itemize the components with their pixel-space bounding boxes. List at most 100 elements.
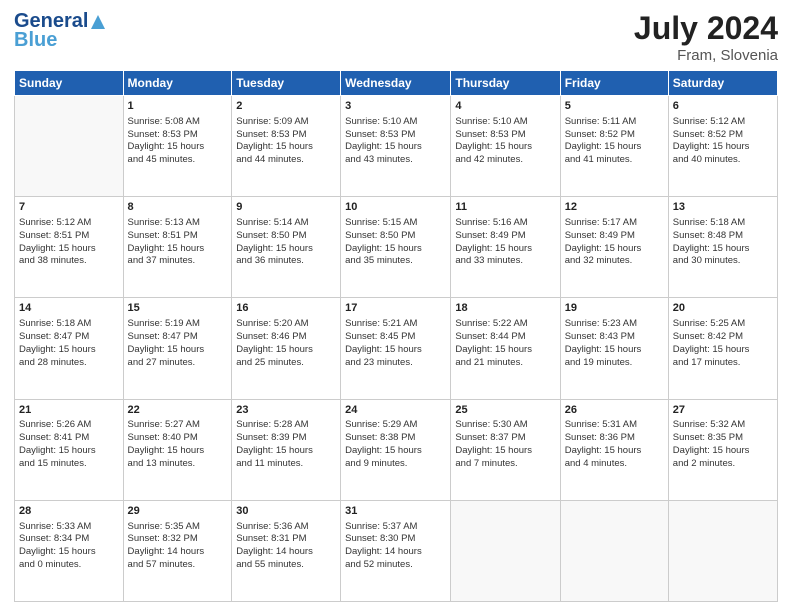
day-info: Sunrise: 5:10 AMSunset: 8:53 PMDaylight:…: [345, 116, 446, 167]
logo-icon: [89, 13, 107, 31]
day-info: Sunrise: 5:30 AMSunset: 8:37 PMDaylight:…: [455, 419, 555, 470]
calendar-day-cell: [668, 500, 777, 601]
calendar-subtitle: Fram, Slovenia: [634, 47, 778, 64]
day-info: Sunrise: 5:11 AMSunset: 8:52 PMDaylight:…: [565, 116, 664, 167]
calendar-day-cell: 16 Sunrise: 5:20 AMSunset: 8:46 PMDayligh…: [232, 298, 341, 399]
calendar-day-cell: 28 Sunrise: 5:33 AMSunset: 8:34 PMDayligh…: [15, 500, 124, 601]
col-saturday: Saturday: [668, 71, 777, 96]
day-info: Sunrise: 5:22 AMSunset: 8:44 PMDaylight:…: [455, 318, 555, 369]
day-number: 30: [236, 504, 336, 519]
calendar-day-cell: 6Sunrise: 5:12 AMSunset: 8:52 PMDaylight…: [668, 96, 777, 197]
day-number: 21: [19, 403, 119, 418]
calendar-title: July 2024: [634, 10, 778, 47]
day-number: 31: [345, 504, 446, 519]
page: General Blue July 2024 Fram, Slovenia Su…: [0, 0, 792, 612]
day-number: 18: [455, 301, 555, 316]
calendar-day-cell: 2 Sunrise: 5:09 AMSunset: 8:53 PMDaylight…: [232, 96, 341, 197]
calendar-day-cell: 21Sunrise: 5:26 AMSunset: 8:41 PMDayligh…: [15, 399, 124, 500]
calendar-day-cell: 1Sunrise: 5:08 AMSunset: 8:53 PMDaylight…: [123, 96, 232, 197]
col-thursday: Thursday: [451, 71, 560, 96]
day-info: Sunrise: 5:29 AMSunset: 8:38 PMDaylight:…: [345, 419, 446, 470]
calendar-week-row: 1Sunrise: 5:08 AMSunset: 8:53 PMDaylight…: [15, 96, 778, 197]
logo: General Blue: [14, 10, 107, 52]
day-info: Sunrise: 5:36 AMSunset: 8:31 PMDaylight:…: [236, 521, 336, 572]
day-info: Sunrise: 5:20 AMSunset: 8:46 PMDaylight:…: [236, 318, 336, 369]
day-number: 23: [236, 403, 336, 418]
calendar-day-cell: 18 Sunrise: 5:22 AMSunset: 8:44 PMDayligh…: [451, 298, 560, 399]
col-sunday: Sunday: [15, 71, 124, 96]
calendar-day-cell: 5 Sunrise: 5:11 AMSunset: 8:52 PMDaylight…: [560, 96, 668, 197]
calendar-week-row: 21Sunrise: 5:26 AMSunset: 8:41 PMDayligh…: [15, 399, 778, 500]
day-info: Sunrise: 5:14 AMSunset: 8:50 PMDaylight:…: [236, 217, 336, 268]
day-number: 19: [565, 301, 664, 316]
day-info: Sunrise: 5:12 AMSunset: 8:51 PMDaylight:…: [19, 217, 119, 268]
day-info: Sunrise: 5:15 AMSunset: 8:50 PMDaylight:…: [345, 217, 446, 268]
calendar-day-cell: 25Sunrise: 5:30 AMSunset: 8:37 PMDayligh…: [451, 399, 560, 500]
day-info: Sunrise: 5:10 AMSunset: 8:53 PMDaylight:…: [455, 116, 555, 167]
day-number: 14: [19, 301, 119, 316]
calendar-day-cell: 17 Sunrise: 5:21 AMSunset: 8:45 PMDayligh…: [341, 298, 451, 399]
calendar-week-row: 28 Sunrise: 5:33 AMSunset: 8:34 PMDayligh…: [15, 500, 778, 601]
calendar-day-cell: 31 Sunrise: 5:37 AMSunset: 8:30 PMDayligh…: [341, 500, 451, 601]
calendar-week-row: 7 Sunrise: 5:12 AMSunset: 8:51 PMDaylight…: [15, 197, 778, 298]
day-number: 28: [19, 504, 119, 519]
calendar-day-cell: 23Sunrise: 5:28 AMSunset: 8:39 PMDayligh…: [232, 399, 341, 500]
calendar-day-cell: 10 Sunrise: 5:15 AMSunset: 8:50 PMDayligh…: [341, 197, 451, 298]
day-info: Sunrise: 5:32 AMSunset: 8:35 PMDaylight:…: [673, 419, 773, 470]
calendar-day-cell: 11Sunrise: 5:16 AMSunset: 8:49 PMDayligh…: [451, 197, 560, 298]
calendar-day-cell: 13Sunrise: 5:18 AMSunset: 8:48 PMDayligh…: [668, 197, 777, 298]
col-monday: Monday: [123, 71, 232, 96]
day-number: 10: [345, 200, 446, 215]
day-info: Sunrise: 5:35 AMSunset: 8:32 PMDaylight:…: [128, 521, 228, 572]
day-number: 27: [673, 403, 773, 418]
calendar-day-cell: 29 Sunrise: 5:35 AMSunset: 8:32 PMDayligh…: [123, 500, 232, 601]
calendar-day-cell: 19Sunrise: 5:23 AMSunset: 8:43 PMDayligh…: [560, 298, 668, 399]
calendar-day-cell: 26Sunrise: 5:31 AMSunset: 8:36 PMDayligh…: [560, 399, 668, 500]
calendar-day-cell: [451, 500, 560, 601]
day-number: 1: [128, 99, 228, 114]
day-number: 12: [565, 200, 664, 215]
day-number: 13: [673, 200, 773, 215]
day-number: 17: [345, 301, 446, 316]
day-number: 26: [565, 403, 664, 418]
day-info: Sunrise: 5:37 AMSunset: 8:30 PMDaylight:…: [345, 521, 446, 572]
day-number: 20: [673, 301, 773, 316]
calendar-header-row: Sunday Monday Tuesday Wednesday Thursday…: [15, 71, 778, 96]
day-number: 4: [455, 99, 555, 114]
day-number: 8: [128, 200, 228, 215]
day-number: 29: [128, 504, 228, 519]
day-info: Sunrise: 5:27 AMSunset: 8:40 PMDaylight:…: [128, 419, 228, 470]
calendar-day-cell: 7 Sunrise: 5:12 AMSunset: 8:51 PMDaylight…: [15, 197, 124, 298]
calendar-week-row: 14 Sunrise: 5:18 AMSunset: 8:47 PMDayligh…: [15, 298, 778, 399]
calendar-day-cell: [15, 96, 124, 197]
day-info: Sunrise: 5:26 AMSunset: 8:41 PMDaylight:…: [19, 419, 119, 470]
title-block: July 2024 Fram, Slovenia: [634, 10, 778, 64]
day-info: Sunrise: 5:12 AMSunset: 8:52 PMDaylight:…: [673, 116, 773, 167]
header: General Blue July 2024 Fram, Slovenia: [14, 10, 778, 64]
day-info: Sunrise: 5:17 AMSunset: 8:49 PMDaylight:…: [565, 217, 664, 268]
day-info: Sunrise: 5:19 AMSunset: 8:47 PMDaylight:…: [128, 318, 228, 369]
day-number: 2: [236, 99, 336, 114]
day-info: Sunrise: 5:21 AMSunset: 8:45 PMDaylight:…: [345, 318, 446, 369]
day-info: Sunrise: 5:09 AMSunset: 8:53 PMDaylight:…: [236, 116, 336, 167]
day-number: 11: [455, 200, 555, 215]
day-info: Sunrise: 5:13 AMSunset: 8:51 PMDaylight:…: [128, 217, 228, 268]
calendar-day-cell: 30 Sunrise: 5:36 AMSunset: 8:31 PMDayligh…: [232, 500, 341, 601]
calendar-day-cell: 27Sunrise: 5:32 AMSunset: 8:35 PMDayligh…: [668, 399, 777, 500]
day-number: 15: [128, 301, 228, 316]
day-number: 5: [565, 99, 664, 114]
calendar-day-cell: 9 Sunrise: 5:14 AMSunset: 8:50 PMDaylight…: [232, 197, 341, 298]
day-info: Sunrise: 5:18 AMSunset: 8:47 PMDaylight:…: [19, 318, 119, 369]
calendar-day-cell: 12 Sunrise: 5:17 AMSunset: 8:49 PMDayligh…: [560, 197, 668, 298]
day-info: Sunrise: 5:25 AMSunset: 8:42 PMDaylight:…: [673, 318, 773, 369]
calendar-day-cell: 14 Sunrise: 5:18 AMSunset: 8:47 PMDayligh…: [15, 298, 124, 399]
calendar-day-cell: [560, 500, 668, 601]
calendar-day-cell: 15 Sunrise: 5:19 AMSunset: 8:47 PMDayligh…: [123, 298, 232, 399]
day-number: 7: [19, 200, 119, 215]
day-number: 9: [236, 200, 336, 215]
day-number: 16: [236, 301, 336, 316]
logo-blue: Blue: [14, 29, 57, 52]
col-wednesday: Wednesday: [341, 71, 451, 96]
day-info: Sunrise: 5:28 AMSunset: 8:39 PMDaylight:…: [236, 419, 336, 470]
day-info: Sunrise: 5:33 AMSunset: 8:34 PMDaylight:…: [19, 521, 119, 572]
